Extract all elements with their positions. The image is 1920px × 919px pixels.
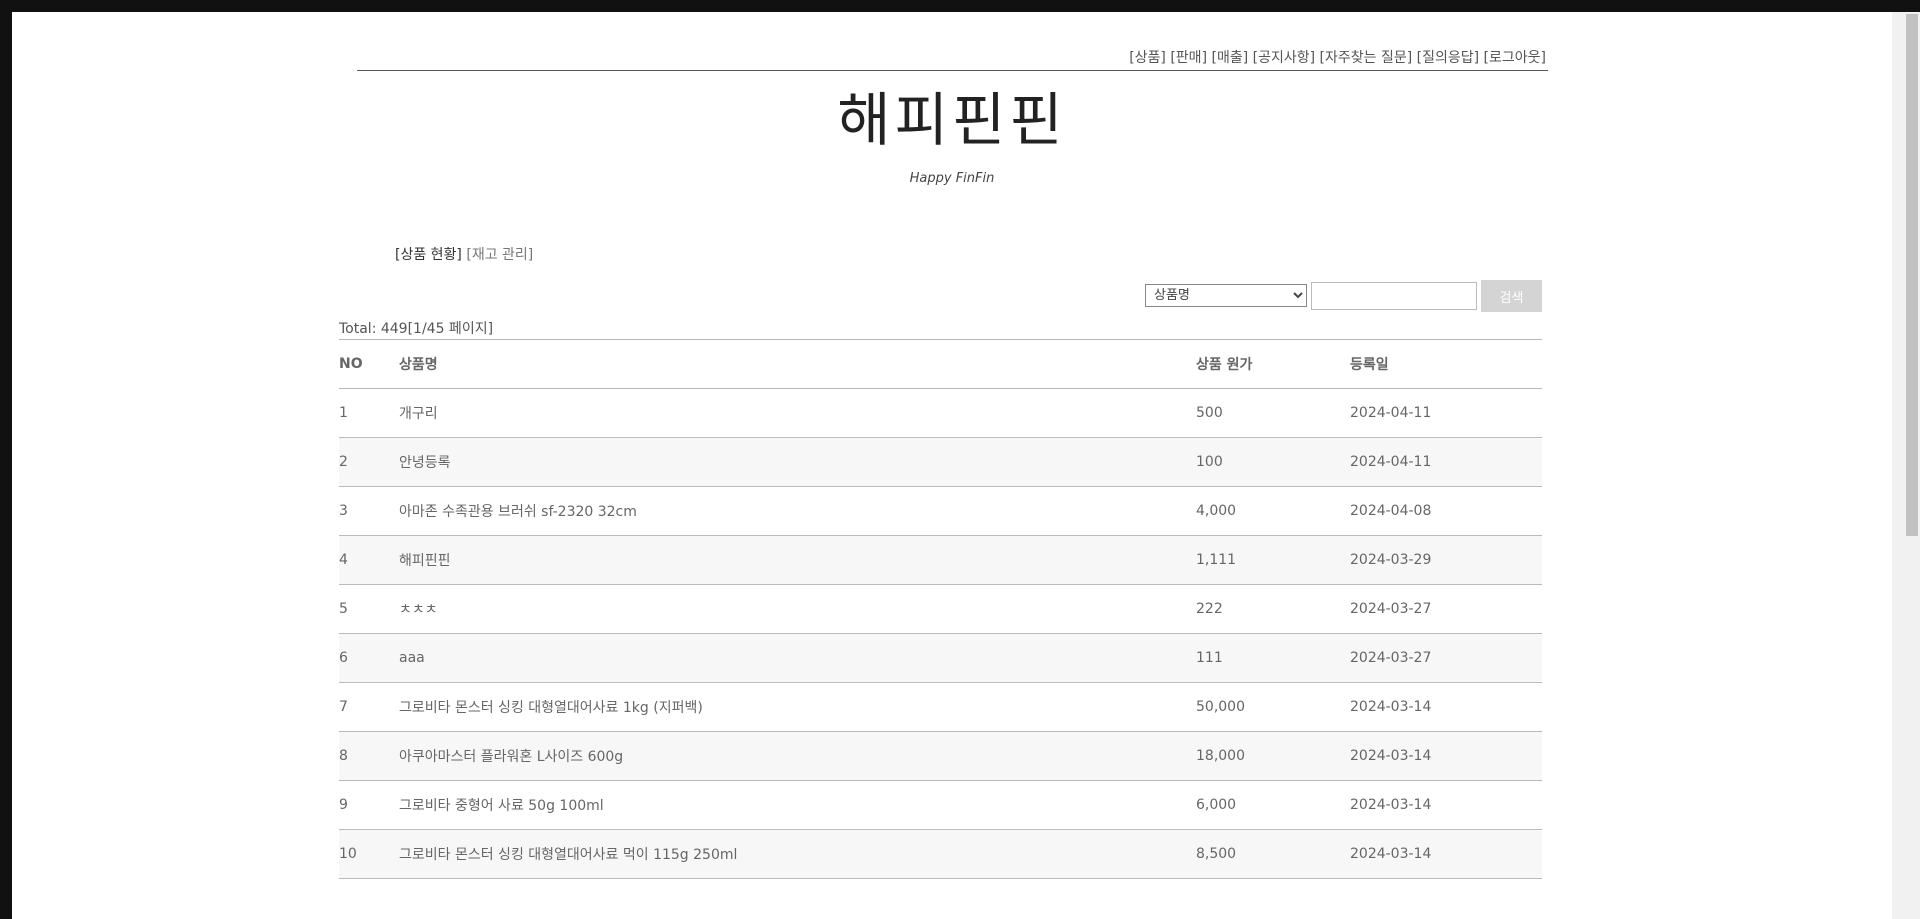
cell-cost: 18,000 xyxy=(1196,731,1350,781)
table-row[interactable]: 3 아마존 수족관용 브러쉬 sf-2320 32cm 4,000 2024-0… xyxy=(339,486,1542,536)
table-row[interactable]: 4 해피핀핀 1,111 2024-03-29 xyxy=(339,535,1542,585)
cell-no: 4 xyxy=(339,535,399,585)
nav-qna[interactable]: [질의응답] xyxy=(1417,50,1479,66)
cell-date: 2024-03-14 xyxy=(1350,780,1542,830)
subnav-product-status[interactable]: [상품 현황] xyxy=(395,247,462,263)
search-button[interactable]: 검색 xyxy=(1481,280,1542,312)
cell-date: 2024-03-14 xyxy=(1350,829,1542,879)
header-name: 상품명 xyxy=(399,339,1196,389)
cell-cost: 1,111 xyxy=(1196,535,1350,585)
cell-cost: 111 xyxy=(1196,633,1350,683)
cell-name[interactable]: 아쿠아마스터 플라워혼 L사이즈 600g xyxy=(399,731,1196,781)
cell-name[interactable]: 개구리 xyxy=(399,388,1196,438)
cell-no: 10 xyxy=(339,829,399,879)
top-navigation: [상품] [판매] [매출] [공지사항] [자주찾는 질문] [질의응답] [… xyxy=(1129,47,1546,67)
cell-cost: 4,000 xyxy=(1196,486,1350,536)
site-subtitle: Happy FinFin xyxy=(909,171,995,186)
cell-cost: 222 xyxy=(1196,584,1350,634)
site-title[interactable]: 해피핀핀 xyxy=(12,80,1892,160)
scrollbar-thumb[interactable] xyxy=(1906,14,1918,536)
table-row[interactable]: 1 개구리 500 2024-04-11 xyxy=(339,388,1542,438)
nav-product[interactable]: [상품] xyxy=(1129,50,1166,66)
cell-name[interactable]: 그로비타 몬스터 싱킹 대형열대어사료 1kg (지퍼백) xyxy=(399,682,1196,732)
cell-date: 2024-04-11 xyxy=(1350,437,1542,487)
total-count: Total: 449[1/45 페이지] xyxy=(339,321,494,337)
table-row[interactable]: 7 그로비타 몬스터 싱킹 대형열대어사료 1kg (지퍼백) 50,000 2… xyxy=(339,682,1542,732)
nav-revenue[interactable]: [매출] xyxy=(1211,50,1248,66)
search-input[interactable] xyxy=(1311,282,1477,310)
cell-date: 2024-03-29 xyxy=(1350,535,1542,585)
cell-no: 5 xyxy=(339,584,399,634)
cell-date: 2024-03-14 xyxy=(1350,731,1542,781)
nav-sales[interactable]: [판매] xyxy=(1170,50,1207,66)
cell-no: 1 xyxy=(339,388,399,438)
nav-notice[interactable]: [공지사항] xyxy=(1253,50,1315,66)
table-row[interactable]: 2 안녕등록 100 2024-04-11 xyxy=(339,437,1542,487)
cell-cost: 500 xyxy=(1196,388,1350,438)
header-cost: 상품 원가 xyxy=(1196,339,1350,389)
cell-date: 2024-04-11 xyxy=(1350,388,1542,438)
cell-date: 2024-03-27 xyxy=(1350,584,1542,634)
cell-cost: 50,000 xyxy=(1196,682,1350,732)
cell-no: 3 xyxy=(339,486,399,536)
header-no: NO xyxy=(339,339,399,389)
cell-cost: 6,000 xyxy=(1196,780,1350,830)
table-row[interactable]: 6 aaa 111 2024-03-27 xyxy=(339,633,1542,683)
cell-date: 2024-03-27 xyxy=(1350,633,1542,683)
header-date: 등록일 xyxy=(1350,339,1542,389)
sub-navigation: [상품 현황] [재고 관리] xyxy=(395,244,533,264)
subnav-inventory[interactable]: [재고 관리] xyxy=(466,247,533,263)
header-divider xyxy=(357,70,1548,71)
cell-name[interactable]: 해피핀핀 xyxy=(399,535,1196,585)
cell-no: 7 xyxy=(339,682,399,732)
table-row[interactable]: 8 아쿠아마스터 플라워혼 L사이즈 600g 18,000 2024-03-1… xyxy=(339,731,1542,781)
cell-cost: 100 xyxy=(1196,437,1350,487)
cell-name[interactable]: 아마존 수족관용 브러쉬 sf-2320 32cm xyxy=(399,486,1196,536)
cell-no: 2 xyxy=(339,437,399,487)
table-header-row: NO 상품명 상품 원가 등록일 xyxy=(339,339,1542,389)
search-field-select[interactable]: 상품명 xyxy=(1145,284,1307,307)
nav-faq[interactable]: [자주찾는 질문] xyxy=(1320,50,1413,66)
table-row[interactable]: 5 ㅊㅊㅊ 222 2024-03-27 xyxy=(339,584,1542,634)
cell-no: 9 xyxy=(339,780,399,830)
cell-no: 8 xyxy=(339,731,399,781)
nav-logout[interactable]: [로그아웃] xyxy=(1484,50,1546,66)
cell-name[interactable]: aaa xyxy=(399,633,1196,683)
cell-name[interactable]: 안녕등록 xyxy=(399,437,1196,487)
cell-date: 2024-03-14 xyxy=(1350,682,1542,732)
table-row[interactable]: 9 그로비타 중형어 사료 50g 100ml 6,000 2024-03-14 xyxy=(339,780,1542,830)
cell-cost: 8,500 xyxy=(1196,829,1350,879)
cell-name[interactable]: 그로비타 중형어 사료 50g 100ml xyxy=(399,780,1196,830)
cell-date: 2024-04-08 xyxy=(1350,486,1542,536)
cell-name[interactable]: ㅊㅊㅊ xyxy=(399,584,1196,634)
table-row[interactable]: 10 그로비타 몬스터 싱킹 대형열대어사료 먹이 115g 250ml 8,5… xyxy=(339,829,1542,879)
cell-no: 6 xyxy=(339,633,399,683)
product-table: NO 상품명 상품 원가 등록일 1 개구리 500 2024-04-11 2 … xyxy=(339,339,1542,879)
cell-name[interactable]: 그로비타 몬스터 싱킹 대형열대어사료 먹이 115g 250ml xyxy=(399,829,1196,879)
